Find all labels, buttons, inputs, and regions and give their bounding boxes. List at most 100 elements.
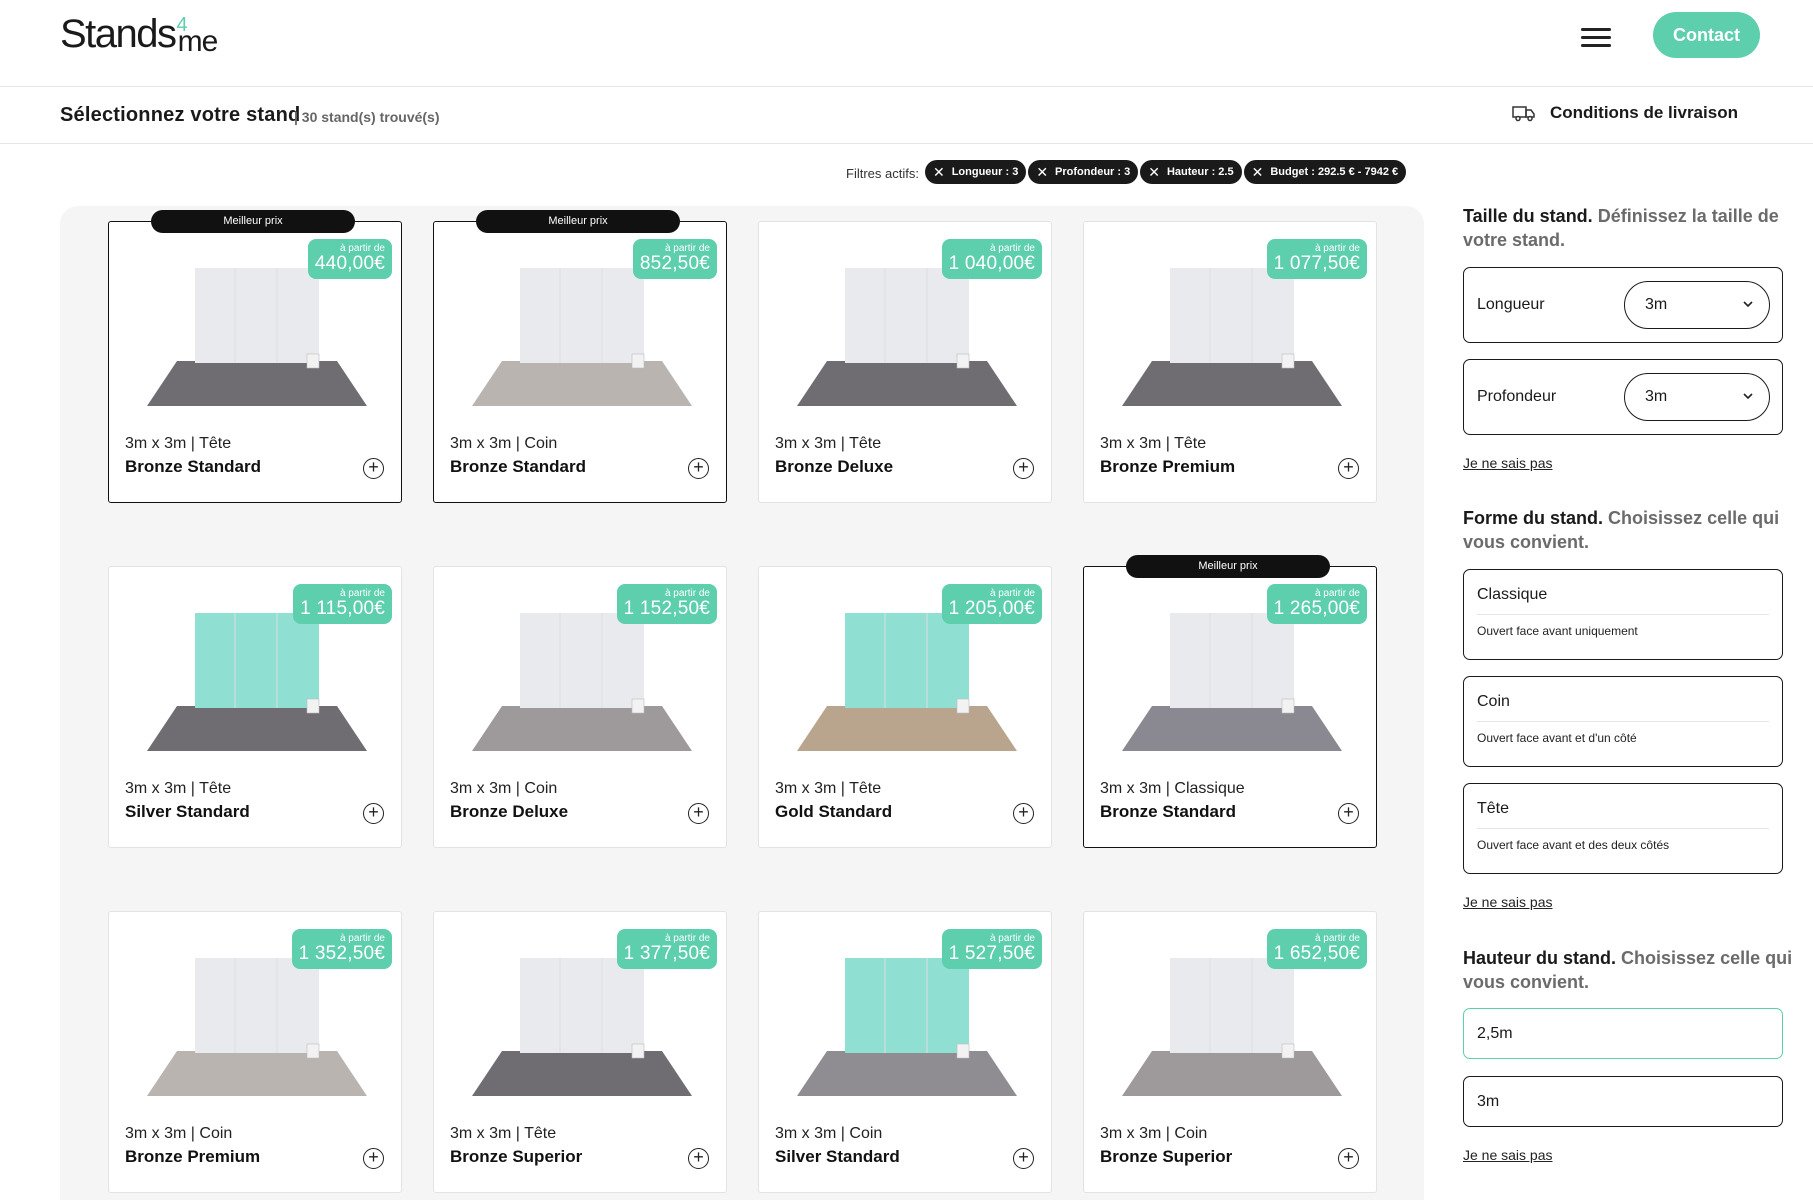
stand-card[interactable]: à partir de 1 377,50€ 3m x 3m | Tête Bronze… <box>433 911 727 1193</box>
stand-image <box>472 268 692 406</box>
stand-dimensions: 3m x 3m | Coin <box>450 435 558 452</box>
logo[interactable]: Stands 4 me <box>60 12 219 59</box>
divider <box>1477 614 1769 615</box>
stand-dimensions: 3m x 3m | Tête <box>125 780 232 797</box>
delivery-conditions-link[interactable]: Conditions de livraison <box>1512 103 1738 123</box>
price-value: 1 265,00€ <box>1273 598 1360 619</box>
page-title: Sélectionnez votre stand <box>60 104 301 126</box>
best-price-ribbon: Meilleur prix <box>476 210 680 233</box>
height-option-2-5m[interactable]: 2,5m <box>1463 1008 1783 1059</box>
price-badge: à partir de 1 205,00€ <box>941 584 1042 624</box>
add-icon[interactable]: + <box>1338 458 1359 479</box>
shape-option-coin[interactable]: Coin Ouvert face avant et d'un côté <box>1463 676 1783 767</box>
stand-dimensions: 3m x 3m | Classique <box>1100 780 1245 797</box>
stand-dimensions: 3m x 3m | Tête <box>775 435 882 452</box>
shape-unknown-link[interactable]: Je ne sais pas <box>1463 894 1553 910</box>
filter-chip-length[interactable]: ✕ Longueur : 3 <box>924 160 1027 184</box>
filter-chip-budget[interactable]: ✕ Budget : 292.5 € - 7942 € <box>1243 160 1407 184</box>
add-icon[interactable]: + <box>688 458 709 479</box>
stand-card[interactable]: à partir de 1 205,00€ 3m x 3m | Tête Gold S… <box>758 566 1052 848</box>
height-option-3m[interactable]: 3m <box>1463 1076 1783 1127</box>
price-value: 440,00€ <box>314 253 385 274</box>
size-title: Taille du stand. <box>1463 206 1593 226</box>
add-icon[interactable]: + <box>363 458 384 479</box>
shape-option-title: Tête <box>1477 800 1510 817</box>
stand-name: Bronze Deluxe <box>775 457 894 476</box>
price-value: 1 527,50€ <box>948 943 1035 964</box>
shape-option-title: Coin <box>1477 693 1510 710</box>
stand-name: Bronze Standard <box>450 457 587 476</box>
close-icon[interactable]: ✕ <box>1252 164 1264 181</box>
filters-label: Filtres actifs: <box>846 165 919 181</box>
price-value: 1 377,50€ <box>623 943 710 964</box>
stand-dimensions: 3m x 3m | Tête <box>775 780 882 797</box>
divider <box>1477 721 1769 722</box>
stand-image <box>147 613 367 751</box>
stand-card[interactable]: Meilleur prix à partir de 852,50€ 3m x 3m |… <box>433 210 727 503</box>
stand-name: Bronze Superior <box>450 1147 583 1166</box>
best-price-ribbon: Meilleur prix <box>1126 555 1330 578</box>
stand-card[interactable]: à partir de 1 527,50€ 3m x 3m | Coin Silver… <box>758 911 1052 1193</box>
stand-card[interactable]: Meilleur prix à partir de 440,00€ 3m x 3m |… <box>108 210 402 503</box>
close-icon[interactable]: ✕ <box>933 164 945 181</box>
depth-label: Profondeur <box>1477 388 1557 405</box>
stand-image <box>472 613 692 751</box>
price-value: 1 652,50€ <box>1273 943 1360 964</box>
divider <box>1477 828 1769 829</box>
stand-dimensions: 3m x 3m | Coin <box>1100 1125 1208 1142</box>
stand-dimensions: 3m x 3m | Tête <box>1100 435 1207 452</box>
length-dropdown[interactable]: 3m <box>1624 281 1770 329</box>
close-icon[interactable]: ✕ <box>1036 164 1048 181</box>
stand-card[interactable]: à partir de 1 152,50€ 3m x 3m | Coin Bronze… <box>433 566 727 848</box>
chevron-down-icon <box>1743 393 1753 400</box>
add-icon[interactable]: + <box>1013 803 1034 824</box>
add-icon[interactable]: + <box>1013 1148 1034 1169</box>
stand-card[interactable]: à partir de 1 652,50€ 3m x 3m | Coin Bronze… <box>1083 911 1377 1193</box>
result-count: | 30 stand(s) trouvé(s) <box>294 109 440 125</box>
chevron-down-icon <box>1743 301 1753 308</box>
add-icon[interactable]: + <box>1338 1148 1359 1169</box>
price-value: 1 352,50€ <box>298 943 385 964</box>
height-unknown-link[interactable]: Je ne sais pas <box>1463 1147 1553 1163</box>
shape-option-classique[interactable]: Classique Ouvert face avant uniquement <box>1463 569 1783 660</box>
stand-dimensions: 3m x 3m | Tête <box>450 1125 557 1142</box>
stand-card[interactable]: Meilleur prix à partir de 1 265,00€ 3m x 3m… <box>1083 555 1377 848</box>
add-icon[interactable]: + <box>363 803 384 824</box>
hamburger-menu-icon[interactable] <box>1581 28 1611 50</box>
price-badge: à partir de 1 040,00€ <box>941 239 1042 279</box>
stand-name: Bronze Superior <box>1100 1147 1233 1166</box>
stand-name: Silver Standard <box>775 1147 900 1166</box>
filter-chip-label: Hauteur : 2.5 <box>1166 166 1234 178</box>
stand-card[interactable]: à partir de 1 077,50€ 3m x 3m | Tête Bronze… <box>1083 221 1377 503</box>
stand-card[interactable]: à partir de 1 040,00€ 3m x 3m | Tête Bronze… <box>758 221 1052 503</box>
stand-name: Bronze Standard <box>125 457 262 476</box>
add-icon[interactable]: + <box>363 1148 384 1169</box>
close-icon[interactable]: ✕ <box>1148 164 1160 181</box>
add-icon[interactable]: + <box>1338 803 1359 824</box>
shape-option-tete[interactable]: Tête Ouvert face avant et des deux côtés <box>1463 783 1783 874</box>
stand-image <box>1122 613 1342 751</box>
add-icon[interactable]: + <box>688 803 709 824</box>
price-value: 1 115,00€ <box>300 598 385 619</box>
stand-name: Bronze Premium <box>125 1147 261 1166</box>
depth-dropdown[interactable]: 3m <box>1624 373 1770 421</box>
active-filters: Filtres actifs: ✕ Longueur : 3 ✕ Profondeu… <box>846 160 1408 184</box>
truck-icon <box>1512 106 1535 122</box>
shape-option-desc: Ouvert face avant et des deux côtés <box>1477 838 1670 852</box>
add-icon[interactable]: + <box>688 1148 709 1169</box>
stand-card[interactable]: à partir de 1 115,00€ 3m x 3m | Tête Silver… <box>108 566 402 848</box>
contact-button[interactable]: Contact <box>1653 12 1760 58</box>
stand-card[interactable]: à partir de 1 352,50€ 3m x 3m | Coin Bronze… <box>108 911 402 1193</box>
price-badge: à partir de 440,00€ <box>307 239 392 279</box>
logo-me-text: me <box>177 25 219 58</box>
shape-option-desc: Ouvert face avant uniquement <box>1477 624 1638 638</box>
stand-image <box>1122 958 1342 1096</box>
size-unknown-link[interactable]: Je ne sais pas <box>1463 455 1553 471</box>
delivery-label: Conditions de livraison <box>1550 103 1738 122</box>
price-value: 1 205,00€ <box>948 598 1035 619</box>
add-icon[interactable]: + <box>1013 458 1034 479</box>
height-option-label: 3m <box>1477 1093 1500 1110</box>
filter-chip-depth[interactable]: ✕ Profondeur : 3 <box>1028 160 1139 184</box>
shape-option-title: Classique <box>1477 586 1548 603</box>
filter-chip-height[interactable]: ✕ Hauteur : 2.5 <box>1140 160 1242 184</box>
